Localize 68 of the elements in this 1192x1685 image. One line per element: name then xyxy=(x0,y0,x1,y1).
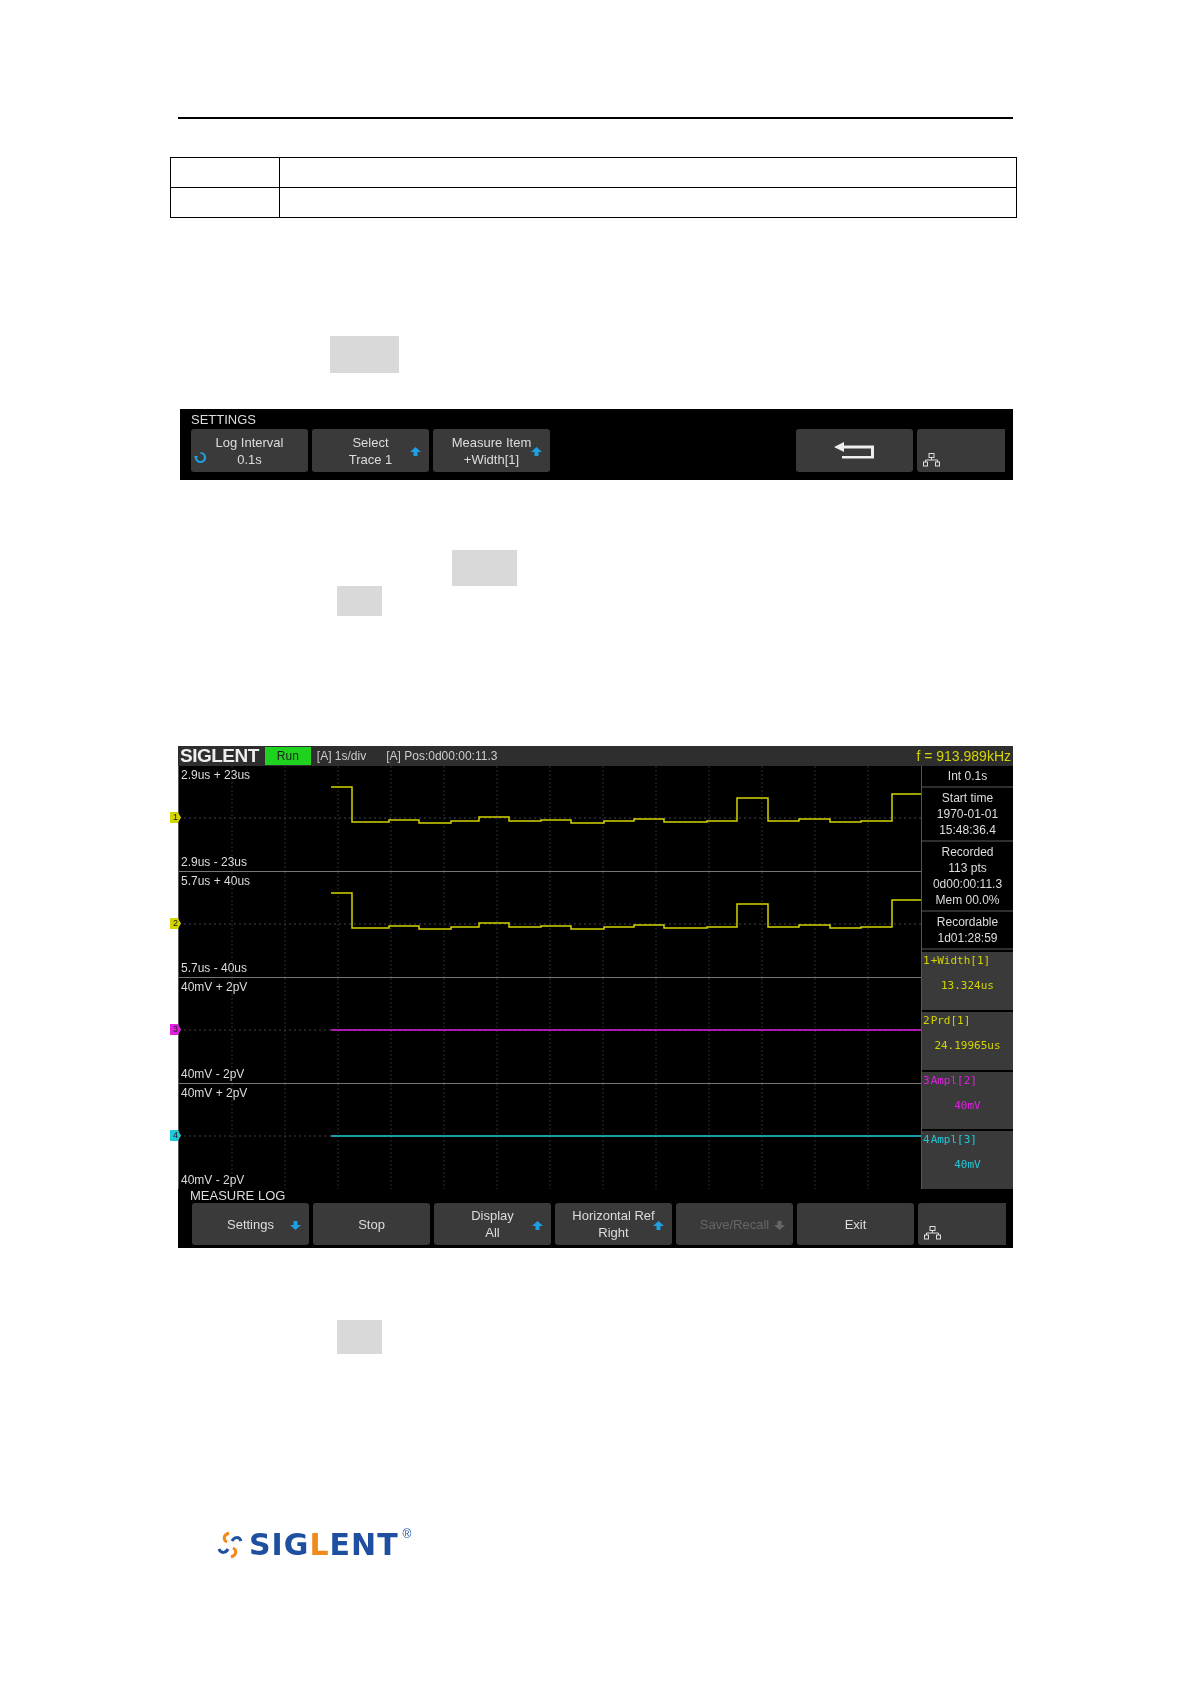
menu-title: MEASURE LOG xyxy=(189,1189,287,1203)
measurement-name: Ampl[2] xyxy=(930,1073,977,1087)
channel-marker: 4 xyxy=(170,1130,181,1141)
info-text: Mem 00.0% xyxy=(935,892,1000,908)
softkey-button[interactable]: Exit xyxy=(797,1203,914,1245)
channel-number: 4 xyxy=(923,1133,930,1147)
up-arrow-icon xyxy=(653,1221,664,1230)
measurement-value: 24.19965us xyxy=(933,1038,1002,1052)
softkey-button[interactable]: Measure Item +Width[1] xyxy=(433,429,550,472)
measurement-name: +Width[1] xyxy=(930,954,991,967)
info-text: Recordable xyxy=(936,914,999,930)
scale-label: 2.9us - 23us xyxy=(181,855,248,869)
softkey-button[interactable]: Stop xyxy=(313,1203,430,1245)
back-button[interactable] xyxy=(796,429,913,472)
info-text: Int 0.1s xyxy=(947,768,988,784)
scale-label: 40mV - 2pV xyxy=(181,1067,245,1081)
key-highlight xyxy=(330,336,399,373)
up-arrow-icon xyxy=(532,1221,543,1230)
softkey-button[interactable]: Select Trace 1 xyxy=(312,429,429,472)
network-icon xyxy=(923,453,940,467)
down-arrow-icon xyxy=(290,1221,301,1230)
rotate-icon xyxy=(194,451,207,464)
softkey-button[interactable]: Horizontal Ref Right xyxy=(555,1203,672,1245)
measurement-value: 13.324us xyxy=(940,979,995,992)
info-text: 1970-01-01 xyxy=(936,806,999,822)
network-button[interactable] xyxy=(918,1203,1006,1245)
network-button[interactable] xyxy=(917,429,1005,472)
measurement-value: 40mV xyxy=(953,1098,982,1112)
channel-number: 3 xyxy=(923,1073,930,1087)
scale-label: 2.9us + 23us xyxy=(181,768,251,782)
softkey-button[interactable]: Display All xyxy=(434,1203,551,1245)
timebase-label: [A] 1s/div xyxy=(316,749,367,763)
position-label: [A] Pos:0d00:00:11.3 xyxy=(386,749,498,763)
softkey-button[interactable]: Log Interval 0.1s xyxy=(191,429,308,472)
scale-label: 40mV - 2pV xyxy=(181,1173,245,1187)
scale-label: 40mV + 2pV xyxy=(181,1086,248,1100)
up-arrow-icon xyxy=(531,447,542,456)
frequency-readout: f = 913.989kHz xyxy=(916,748,1012,764)
brand-logo: SIGLENT xyxy=(179,745,259,767)
channel-number: 2 xyxy=(923,1013,930,1027)
info-text: 15:48:36.4 xyxy=(939,822,996,838)
info-text: 113 pts xyxy=(948,860,987,876)
scale-label: 40mV + 2pV xyxy=(181,980,248,994)
channel-number: 1 xyxy=(923,954,930,967)
scale-label: 5.7us + 40us xyxy=(181,874,251,888)
info-text: 0d00:00:11.3 xyxy=(932,876,1003,892)
info-text: Recorded xyxy=(941,844,994,860)
network-icon xyxy=(924,1226,941,1240)
info-text: Start time xyxy=(941,790,994,806)
measurement-name: Ampl[3] xyxy=(930,1133,977,1147)
softkey-button[interactable]: Settings xyxy=(192,1203,309,1245)
registered-mark: ® xyxy=(402,1527,412,1541)
brand-logo: SIGLENT xyxy=(249,1527,399,1562)
run-status: Run xyxy=(264,747,311,765)
info-text: 1d01:28:59 xyxy=(937,930,998,946)
key-highlight xyxy=(337,1320,382,1354)
key-highlight xyxy=(452,550,517,586)
down-arrow-icon xyxy=(774,1221,785,1230)
measurement-value: 40mV xyxy=(953,1158,982,1172)
key-highlight xyxy=(337,586,382,616)
swirl-logo-icon xyxy=(215,1530,245,1559)
measurement-name: Prd[1] xyxy=(930,1013,971,1027)
channel-marker: 1 xyxy=(170,812,181,823)
channel-marker: 3 xyxy=(170,1024,181,1035)
up-arrow-icon xyxy=(410,447,421,456)
scale-label: 5.7us - 40us xyxy=(181,961,248,975)
menu-title: SETTINGS xyxy=(191,411,257,429)
channel-marker: 2 xyxy=(170,918,181,929)
